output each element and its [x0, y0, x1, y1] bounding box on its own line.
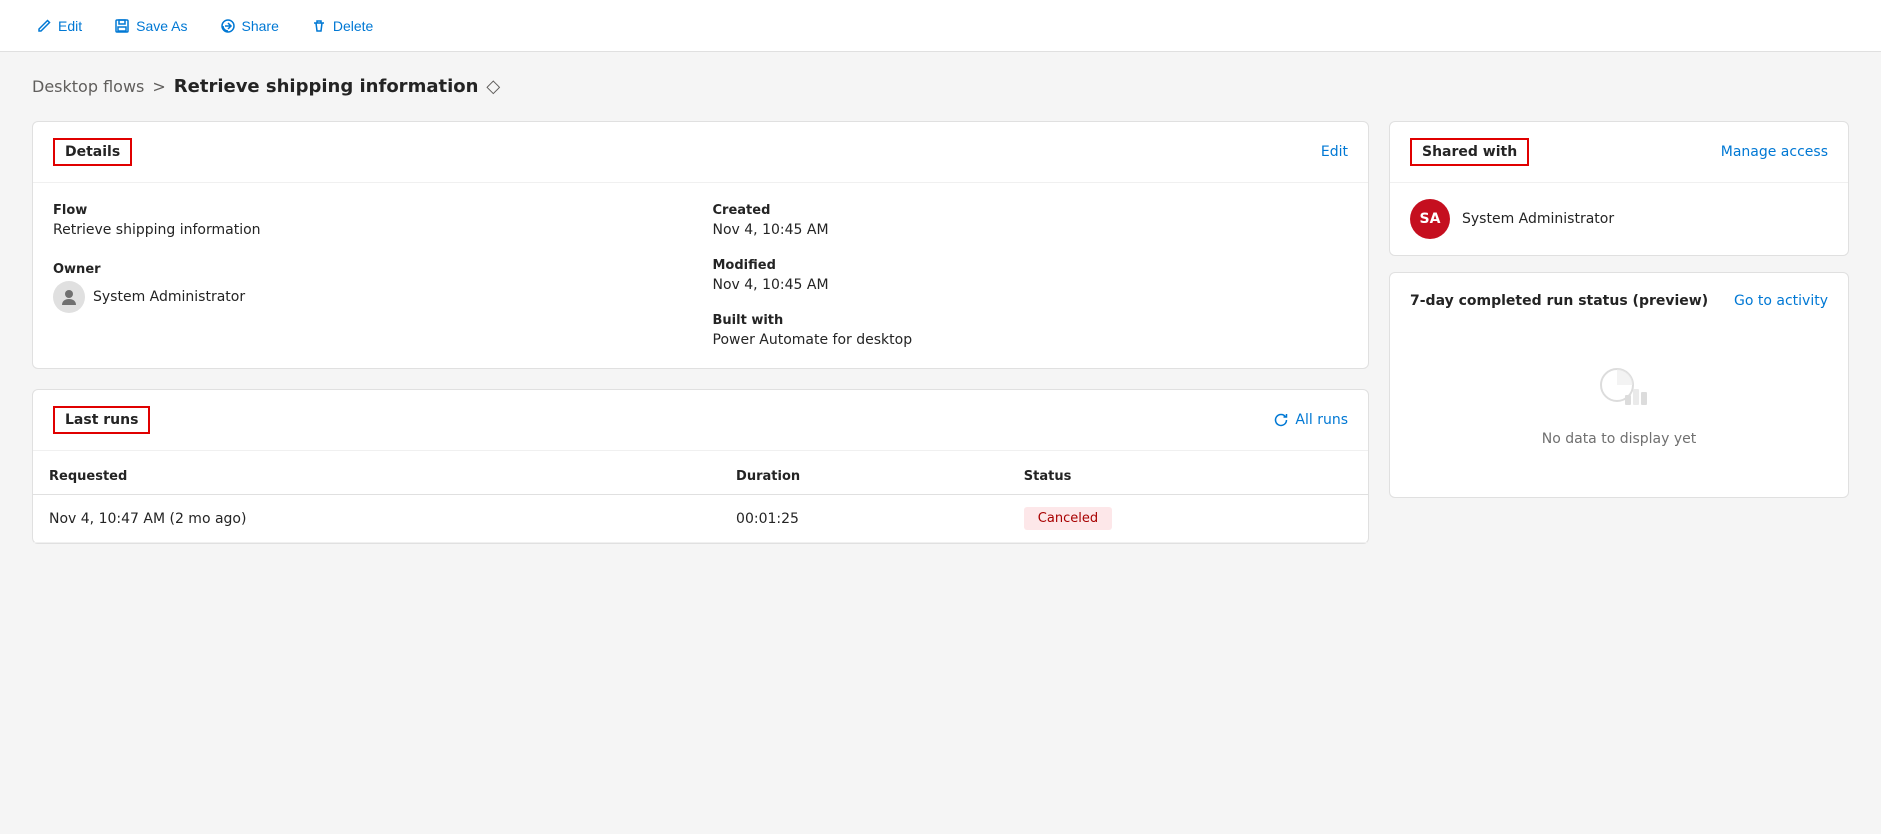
owner-row: System Administrator — [53, 281, 689, 313]
details-title: Details — [53, 138, 132, 166]
col-requested: Requested — [33, 459, 720, 495]
breadcrumb-parent[interactable]: Desktop flows — [32, 77, 144, 96]
run-status-title: 7-day completed run status (preview) — [1410, 293, 1708, 309]
modified-label: Modified — [713, 258, 1349, 273]
person-icon — [59, 287, 79, 307]
owner-avatar — [53, 281, 85, 313]
breadcrumb-current: Retrieve shipping information — [174, 76, 479, 97]
edit-button[interactable]: Edit — [24, 12, 94, 40]
modified-value: Nov 4, 10:45 AM — [713, 277, 1349, 293]
refresh-icon — [1273, 412, 1289, 428]
user-avatar: SA — [1410, 199, 1450, 239]
last-runs-card: Last runs All runs Requested — [32, 389, 1369, 544]
run-status-section: 7-day completed run status (preview) Go … — [1389, 272, 1849, 498]
flow-label: Flow — [53, 203, 689, 218]
main-content: Desktop flows > Retrieve shipping inform… — [0, 52, 1881, 568]
owner-value: System Administrator — [93, 289, 245, 305]
breadcrumb: Desktop flows > Retrieve shipping inform… — [32, 76, 1849, 97]
shared-user-row: SA System Administrator — [1390, 183, 1848, 255]
runs-table: Requested Duration Status Nov 4, 10:47 A… — [33, 459, 1368, 543]
left-column: Details Edit Flow Retrieve shipping info… — [32, 121, 1369, 544]
last-runs-card-header: Last runs All runs — [33, 390, 1368, 451]
save-as-icon — [114, 18, 130, 34]
breadcrumb-separator: > — [152, 77, 165, 96]
delete-button[interactable]: Delete — [299, 12, 385, 40]
run-status-cell: Canceled — [1008, 495, 1368, 543]
save-as-button[interactable]: Save As — [102, 12, 199, 40]
shared-with-title: Shared with — [1410, 138, 1529, 166]
details-right: Created Nov 4, 10:45 AM Modified Nov 4, … — [713, 203, 1349, 348]
owner-detail: Owner System Administrator — [53, 262, 689, 313]
runs-table-body: Nov 4, 10:47 AM (2 mo ago) 00:01:25 Canc… — [33, 495, 1368, 543]
user-name: System Administrator — [1462, 211, 1614, 227]
col-status: Status — [1008, 459, 1368, 495]
shared-with-card: Shared with Manage access SA System Admi… — [1389, 121, 1849, 256]
last-runs-title: Last runs — [53, 406, 150, 434]
user-initials: SA — [1420, 211, 1441, 227]
details-edit-link[interactable]: Edit — [1321, 144, 1348, 160]
content-layout: Details Edit Flow Retrieve shipping info… — [32, 121, 1849, 544]
right-column: Shared with Manage access SA System Admi… — [1389, 121, 1849, 498]
details-card-header: Details Edit — [33, 122, 1368, 183]
last-runs-table-container: Requested Duration Status Nov 4, 10:47 A… — [33, 459, 1368, 543]
built-with-value: Power Automate for desktop — [713, 332, 1349, 348]
details-left: Flow Retrieve shipping information Owner — [53, 203, 689, 348]
manage-access-link[interactable]: Manage access — [1721, 144, 1828, 160]
created-detail: Created Nov 4, 10:45 AM — [713, 203, 1349, 238]
no-data-area: No data to display yet — [1410, 329, 1828, 477]
built-with-detail: Built with Power Automate for desktop — [713, 313, 1349, 348]
go-to-activity-link[interactable]: Go to activity — [1734, 293, 1828, 309]
table-row: Nov 4, 10:47 AM (2 mo ago) 00:01:25 Canc… — [33, 495, 1368, 543]
toolbar: Edit Save As Share Delete — [0, 0, 1881, 52]
runs-table-head: Requested Duration Status — [33, 459, 1368, 495]
no-data-label: No data to display yet — [1542, 431, 1697, 447]
flow-value: Retrieve shipping information — [53, 222, 689, 238]
delete-icon — [311, 18, 327, 34]
diamond-icon: ◇ — [486, 76, 500, 97]
edit-icon — [36, 18, 52, 34]
created-label: Created — [713, 203, 1349, 218]
built-with-label: Built with — [713, 313, 1349, 328]
run-status-header: 7-day completed run status (preview) Go … — [1410, 293, 1828, 309]
status-badge: Canceled — [1024, 507, 1112, 530]
details-grid: Flow Retrieve shipping information Owner — [53, 203, 1348, 348]
share-icon — [220, 18, 236, 34]
run-requested: Nov 4, 10:47 AM (2 mo ago) — [33, 495, 720, 543]
details-card-body: Flow Retrieve shipping information Owner — [33, 183, 1368, 368]
all-runs-link[interactable]: All runs — [1273, 412, 1348, 428]
col-duration: Duration — [720, 459, 1008, 495]
created-value: Nov 4, 10:45 AM — [713, 222, 1349, 238]
details-card: Details Edit Flow Retrieve shipping info… — [32, 121, 1369, 369]
owner-label: Owner — [53, 262, 689, 277]
run-duration: 00:01:25 — [720, 495, 1008, 543]
share-button[interactable]: Share — [208, 12, 291, 40]
flow-detail: Flow Retrieve shipping information — [53, 203, 689, 238]
modified-detail: Modified Nov 4, 10:45 AM — [713, 258, 1349, 293]
shared-with-header: Shared with Manage access — [1390, 122, 1848, 183]
no-data-chart-icon — [1589, 359, 1649, 419]
